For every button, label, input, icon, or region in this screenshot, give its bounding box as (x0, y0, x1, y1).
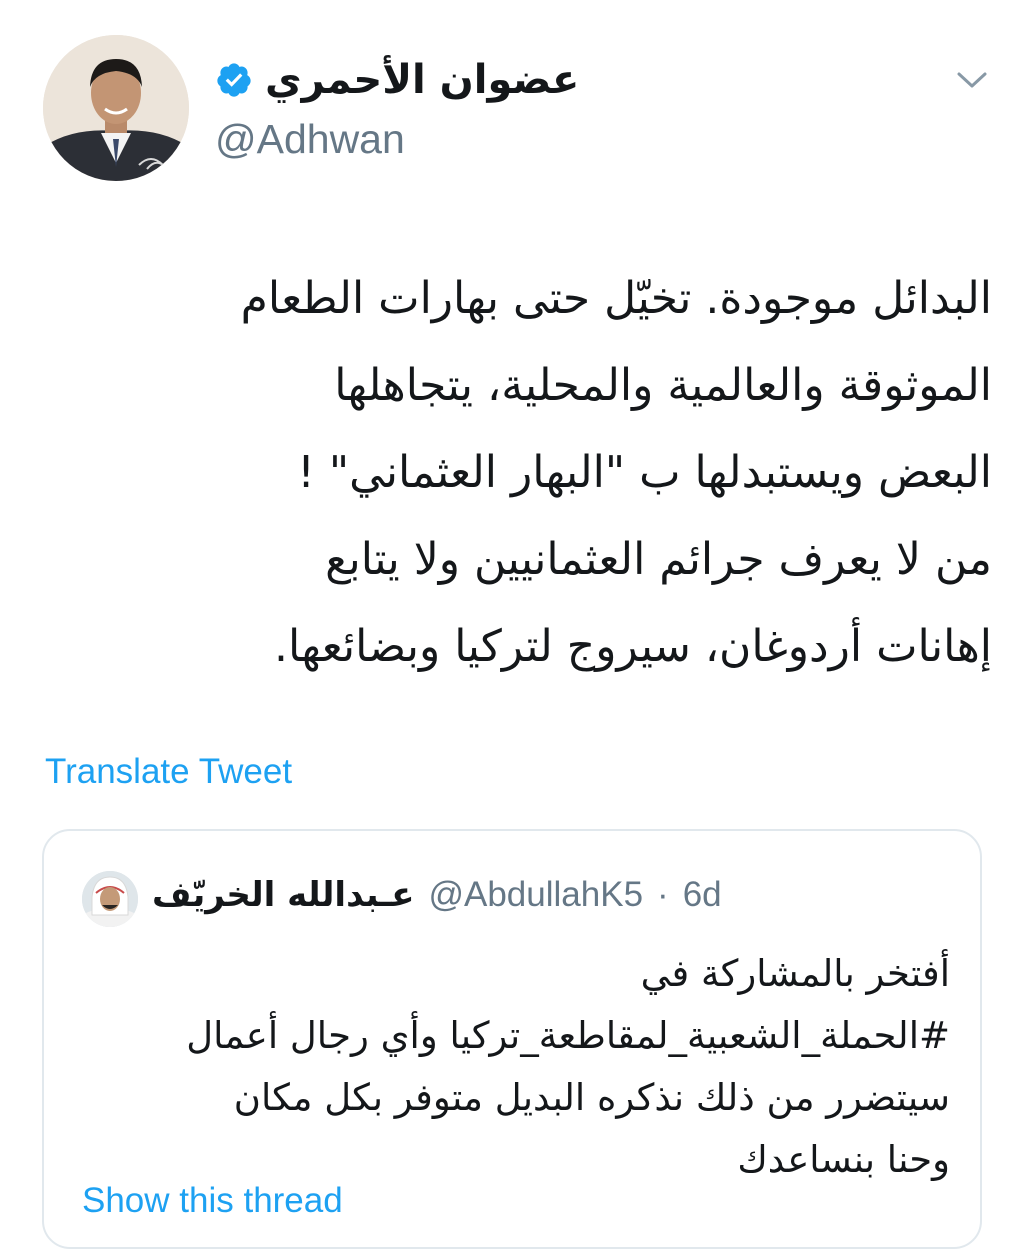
tweet-text-line: الموثوقة والعالمية والمحلية، يتجاهلها (334, 360, 992, 411)
tweet-text-line: البدائل موجودة. تخيّل حتى بهارات الطعام (240, 273, 992, 324)
chevron-down-icon[interactable] (955, 68, 989, 92)
quoted-text-line: أفتخر بالمشاركة في (640, 952, 950, 995)
tweet-text-line: إهانات أردوغان، سيروج لتركيا وبضائعها. (274, 621, 992, 672)
quoted-author-avatar[interactable] (82, 871, 138, 927)
quoted-text-line: سيتضرر من ذلك نذكره البديل متوفر بكل مكا… (233, 1076, 950, 1119)
translate-tweet-link[interactable]: Translate Tweet (45, 752, 292, 792)
quoted-separator: · (657, 875, 669, 914)
author-handle[interactable]: @Adhwan (215, 116, 775, 163)
author-info: عضوان الأحمري @Adhwan (215, 50, 775, 163)
avatar-photo (43, 35, 189, 181)
tweet-text: البدائل موجودة. تخيّل حتى بهارات الطعام … (30, 255, 992, 690)
quoted-avatar-photo (82, 871, 138, 927)
verified-badge-icon (215, 61, 253, 99)
tweet-text-line: البعض ويستبدلها ب "البهار العثماني" ! (297, 447, 992, 498)
tweet-text-line: من لا يعرف جرائم العثمانيين ولا يتابع (325, 534, 992, 585)
quoted-handle[interactable]: @AbdullahK5 (428, 875, 643, 915)
author-avatar[interactable] (43, 35, 189, 181)
quoted-tweet-card[interactable]: عـبدالله الخريّف @AbdullahK5 · 6d أفتخر … (42, 829, 982, 1249)
quoted-tweet-header: عـبدالله الخريّف @AbdullahK5 · 6d (152, 875, 722, 915)
quoted-display-name[interactable]: عـبدالله الخريّف (152, 875, 414, 915)
quoted-timestamp[interactable]: 6d (683, 875, 722, 915)
quoted-tweet-text: أفتخر بالمشاركة في #الحملة_الشعبية_لمقاط… (74, 943, 950, 1191)
show-thread-link[interactable]: Show this thread (82, 1181, 343, 1221)
tweet: عضوان الأحمري @Adhwan البدائل موجودة. تخ… (0, 0, 1027, 1249)
quoted-text-line[interactable]: #الحملة_الشعبية_لمقاطعة_تركيا وأي رجال أ… (74, 1005, 950, 1067)
author-display-name[interactable]: عضوان الأحمري (265, 57, 579, 103)
author-name-row: عضوان الأحمري (215, 50, 775, 110)
